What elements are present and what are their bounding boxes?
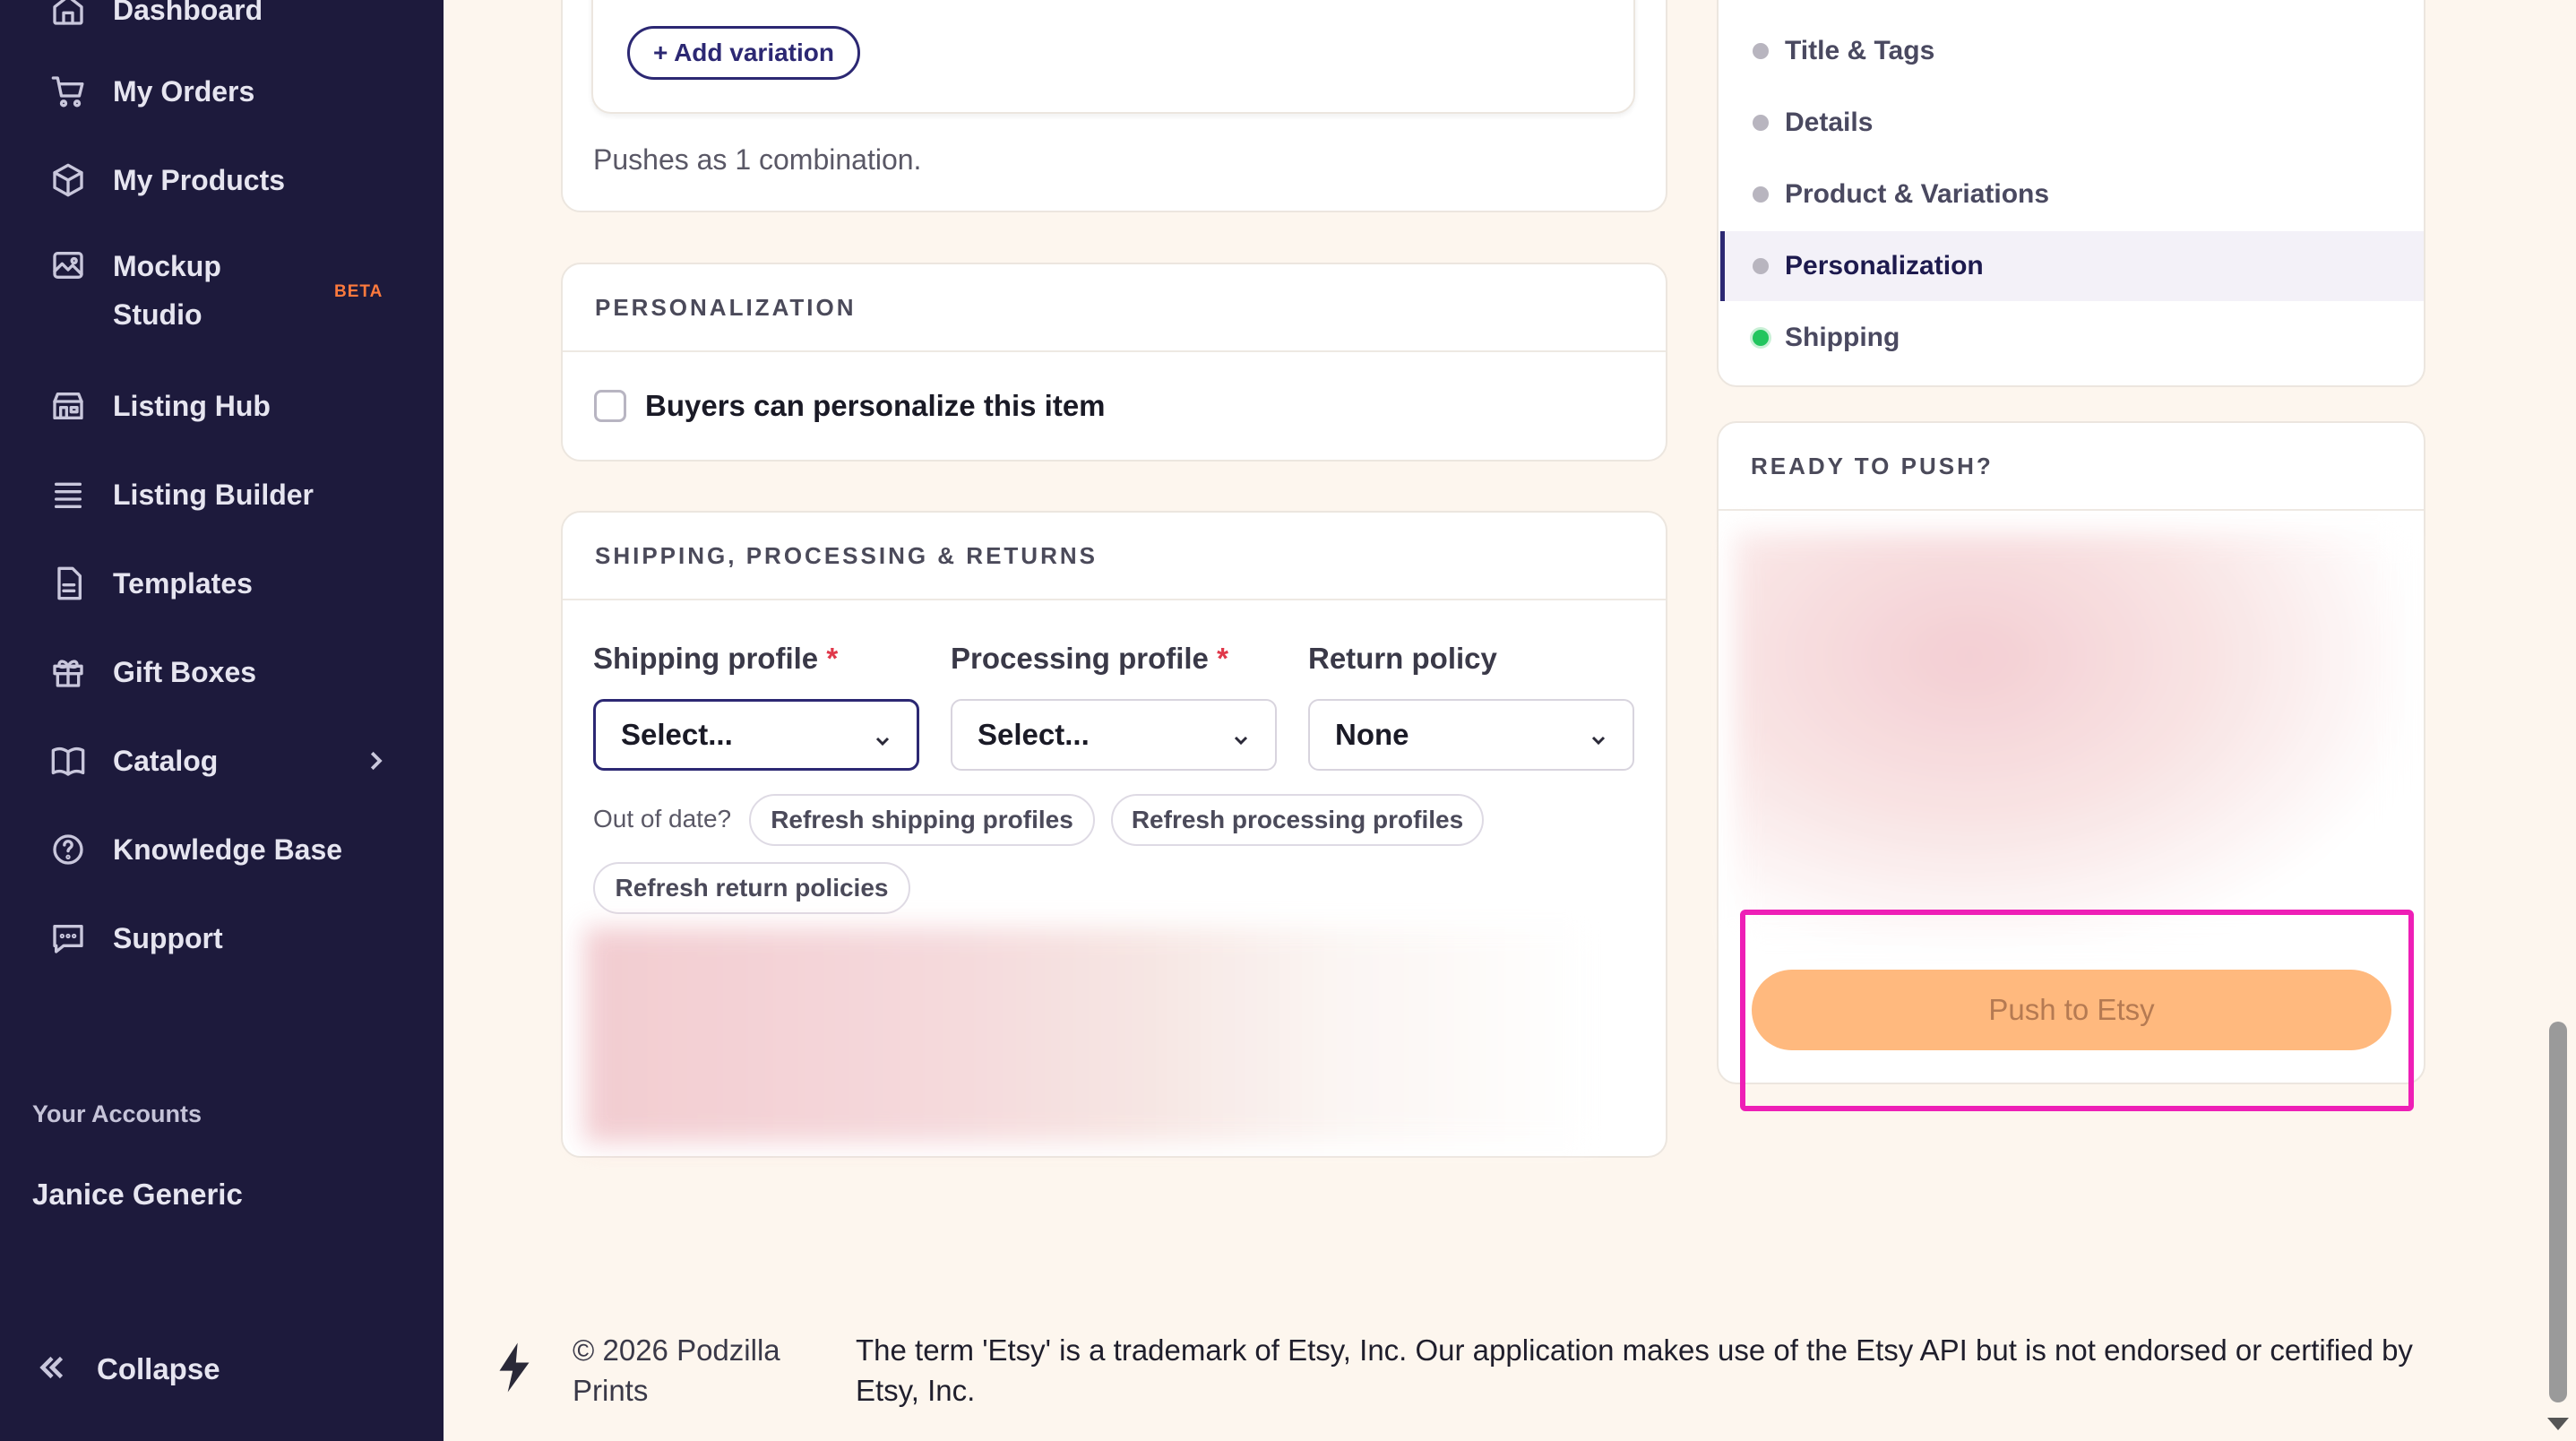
image-icon [48,246,88,285]
sidebar-item-label: Listing Hub [113,390,271,422]
status-dot [1753,186,1769,203]
store-icon [48,386,88,426]
sidebar: Dashboard My Orders My Products Mockup S… [0,0,444,1441]
personalization-card: PERSONALIZATION [561,263,1667,462]
home-icon [48,0,88,30]
footer-legal-notice: The term 'Etsy' is a trademark of Etsy, … [856,1333,2413,1407]
sidebar-item-my-orders[interactable]: My Orders [0,62,444,121]
sidebar-item-label: Catalog [113,745,219,777]
personalize-checkbox[interactable] [594,390,626,422]
cart-icon [48,72,88,111]
toc-label: Shipping [1785,323,1900,352]
refresh-return-policies-button[interactable]: Refresh return policies [593,862,910,914]
collapse-label: Collapse [97,1352,220,1385]
sidebar-item-listing-hub[interactable]: Listing Hub [0,376,444,436]
sidebar-item-templates[interactable]: Templates [0,554,444,613]
sidebar-item-label: Gift Boxes [113,656,257,688]
highlight-box [1740,910,2414,1111]
processing-profile-value: Select... [978,718,1090,751]
list-icon [48,475,88,514]
refresh-processing-profiles-button[interactable]: Refresh processing profiles [1111,794,1484,846]
ready-title: READY TO PUSH? [1719,423,2424,511]
gift-icon [48,652,88,692]
status-dot [1753,258,1769,274]
toc-label: Personalization [1785,251,1984,280]
combinations-note: Pushes as 1 combination. [593,143,922,176]
processing-profile-select[interactable]: Select... [951,699,1277,771]
status-dot-complete [1753,330,1769,346]
shipping-profile-select[interactable]: Select... [593,699,919,771]
shipping-title: SHIPPING, PROCESSING & RETURNS [563,513,1666,600]
toc-item-shipping[interactable]: Shipping [1720,303,2424,373]
account-switcher[interactable]: Janice Generic [32,1178,243,1212]
toc-label: Title & Tags [1785,36,1935,65]
shipping-profile-label: Shipping profile * [593,642,839,675]
sidebar-item-label: Knowledge Base [113,833,343,866]
sidebar-item-label-line1: Mockup [113,250,221,282]
personalize-checkbox-label[interactable]: Buyers can personalize this item [645,389,1106,423]
box-icon [48,160,88,200]
return-policy-select[interactable]: None [1308,699,1634,771]
refresh-shipping-profiles-button[interactable]: Refresh shipping profiles [749,794,1095,846]
out-of-date-label: Out of date? [593,805,732,833]
chevron-right-icon [362,747,389,774]
sidebar-item-label: Listing Builder [113,479,314,511]
book-icon [48,741,88,781]
shipping-profile-value: Select... [621,718,733,751]
double-chevron-left-icon [36,1351,68,1388]
footer-copyright: © 2026 Podzilla Prints [573,1333,780,1407]
return-policy-label: Return policy [1308,642,1497,675]
sidebar-item-label: Dashboard [113,0,263,26]
add-variation-button[interactable]: + Add variation [627,26,860,80]
personalization-title: PERSONALIZATION [563,264,1666,352]
toc-item-title-tags[interactable]: Title & Tags [1720,16,2424,86]
toc-item-product-variations[interactable]: Product & Variations [1720,160,2424,229]
lightning-bolt-icon [495,1341,534,1394]
required-mark: * [1217,642,1228,675]
status-dot [1753,43,1769,59]
processing-profile-label: Processing profile * [951,642,1228,675]
help-circle-icon [48,830,88,869]
accounts-heading: Your Accounts [32,1100,202,1127]
sidebar-item-catalog[interactable]: Catalog [0,731,444,790]
toc-label: Details [1785,108,1874,137]
sidebar-item-dashboard[interactable]: Dashboard [0,0,444,39]
chevron-down-icon [1588,724,1609,746]
sidebar-item-gift-boxes[interactable]: Gift Boxes [0,643,444,702]
chat-icon [48,919,88,958]
return-policy-value: None [1335,718,1409,751]
required-mark: * [826,642,839,675]
sidebar-item-my-products[interactable]: My Products [0,151,444,210]
sidebar-item-support[interactable]: Support [0,909,444,968]
sidebar-item-mockup-studio[interactable]: Mockup Studio BETA [0,242,444,348]
scroll-down-arrow[interactable] [2547,1418,2569,1430]
redacted-preview [1735,533,2405,945]
toc-item-details[interactable]: Details [1720,88,2424,158]
chevron-down-icon [872,725,893,746]
document-icon [48,564,88,603]
sidebar-item-label: Support [113,922,223,954]
sidebar-item-label: Templates [113,567,253,600]
app-root: Dashboard My Orders My Products Mockup S… [0,0,2576,1441]
sidebar-item-listing-builder[interactable]: Listing Builder [0,465,444,524]
scrollbar-thumb[interactable] [2549,1022,2567,1402]
redacted-content [584,928,1593,1143]
toc-item-personalization[interactable]: Personalization [1720,231,2424,301]
beta-badge: BETA [334,282,383,301]
toc-label: Product & Variations [1785,179,2050,209]
collapse-sidebar-button[interactable]: Collapse [36,1344,220,1394]
chevron-down-icon [1230,724,1252,746]
sidebar-item-label: My Orders [113,75,255,108]
sidebar-item-label: My Products [113,164,286,196]
sidebar-item-label-line2: Studio [113,298,202,331]
status-dot [1753,115,1769,131]
sidebar-item-knowledge-base[interactable]: Knowledge Base [0,820,444,879]
